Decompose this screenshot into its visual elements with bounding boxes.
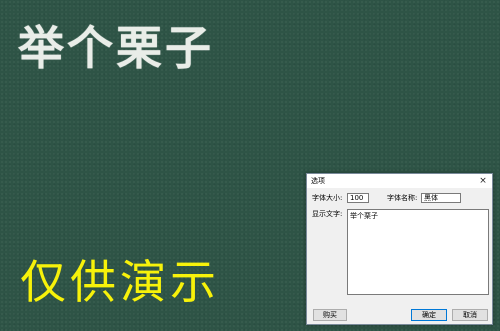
display-text-area[interactable]: 举个栗子	[347, 209, 489, 295]
options-dialog: 选项 × 字体大小: 字体名称: 显示文字: 举个栗子 购买 确定 取消	[306, 173, 493, 325]
board-heading: 举个栗子	[18, 21, 214, 75]
demo-watermark-text: 仅供演示	[20, 255, 220, 309]
font-size-label: 字体大小:	[312, 194, 343, 202]
display-text-label: 显示文字:	[312, 210, 343, 218]
font-size-input[interactable]	[347, 193, 369, 203]
dialog-title: 选项	[311, 177, 325, 185]
font-name-input[interactable]	[421, 193, 461, 203]
font-name-label: 字体名称:	[387, 194, 418, 202]
ok-button[interactable]: 确定	[411, 309, 447, 321]
close-icon[interactable]: ×	[477, 175, 489, 187]
buy-button[interactable]: 购买	[313, 309, 347, 321]
dialog-titlebar[interactable]: 选项 ×	[307, 174, 492, 188]
cancel-button[interactable]: 取消	[452, 309, 488, 321]
